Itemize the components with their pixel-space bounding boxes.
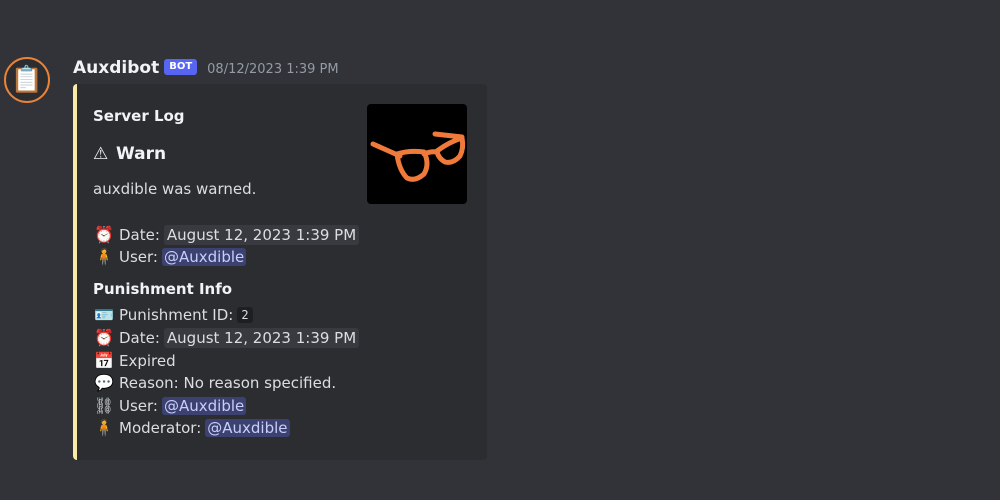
embed-description: auxdible was warned. [93, 180, 257, 198]
bot-tag: BOT [164, 59, 198, 75]
punishment-id-value: 2 [237, 307, 253, 323]
calendar-icon: 📅 [94, 351, 114, 370]
date-value: August 12, 2023 1:39 PM [163, 328, 360, 348]
field-punishment-date: ⏰ Date: August 12, 2023 1:39 PM [93, 327, 360, 349]
field-punishment-id: 🪪 Punishment ID: 2 [93, 304, 253, 326]
alarm-clock-icon: ⏰ [94, 225, 114, 244]
field-reason: 💬 Reason: No reason specified. [93, 372, 340, 394]
embed-title: ⚠ Warn [93, 144, 166, 164]
user-mention[interactable]: @Auxdible [161, 397, 247, 415]
field-label: Date: [119, 329, 160, 347]
field-date: ⏰ Date: August 12, 2023 1:39 PM [93, 224, 360, 246]
chat-message: 📋 Auxdibot BOT 08/12/2023 1:39 PM Server… [0, 0, 1000, 500]
chains-icon: ⛓ [93, 396, 115, 415]
field-label: Punishment ID: [119, 306, 234, 324]
field-moderator: 🧍 Moderator: @Auxdible [93, 417, 290, 439]
embed-thumbnail[interactable] [367, 104, 467, 204]
field-user: 🧍 User: @Auxdible [93, 246, 247, 268]
field-expired: 📅 Expired [93, 350, 180, 372]
embed-card: Server Log ⚠ Warn auxdible was warned. ⏰… [73, 84, 487, 460]
bot-avatar[interactable]: 📋 [4, 57, 50, 103]
orange-glasses-icon [370, 131, 466, 182]
field-punished-user: ⛓ User: @Auxdible [93, 395, 247, 417]
embed-author: Server Log [93, 107, 185, 125]
person-icon: 🧍 [94, 418, 114, 437]
speech-bubble-icon: 💬 [94, 373, 114, 392]
author-name[interactable]: Auxdibot [73, 58, 159, 78]
user-mention[interactable]: @Auxdible [161, 248, 247, 266]
message-header: Auxdibot BOT 08/12/2023 1:39 PM [73, 56, 339, 80]
moderator-mention[interactable]: @Auxdible [205, 419, 290, 437]
field-label: Date: [119, 226, 160, 244]
field-label: User: [119, 397, 158, 415]
field-label: User: [119, 248, 158, 266]
date-value: August 12, 2023 1:39 PM [163, 225, 360, 245]
reason-text: Reason: No reason specified. [119, 374, 337, 392]
field-label: Moderator: [119, 419, 202, 437]
id-card-icon: 🪪 [94, 305, 114, 324]
person-icon: 🧍 [94, 247, 114, 266]
clipboard-icon: 📋 [10, 65, 44, 95]
embed-title-text: Warn [116, 144, 167, 164]
alarm-clock-icon: ⏰ [94, 328, 114, 347]
punishment-info-heading: Punishment Info [93, 280, 233, 298]
warning-icon: ⚠ [93, 144, 109, 164]
expired-label: Expired [119, 352, 176, 370]
message-timestamp[interactable]: 08/12/2023 1:39 PM [207, 62, 338, 77]
